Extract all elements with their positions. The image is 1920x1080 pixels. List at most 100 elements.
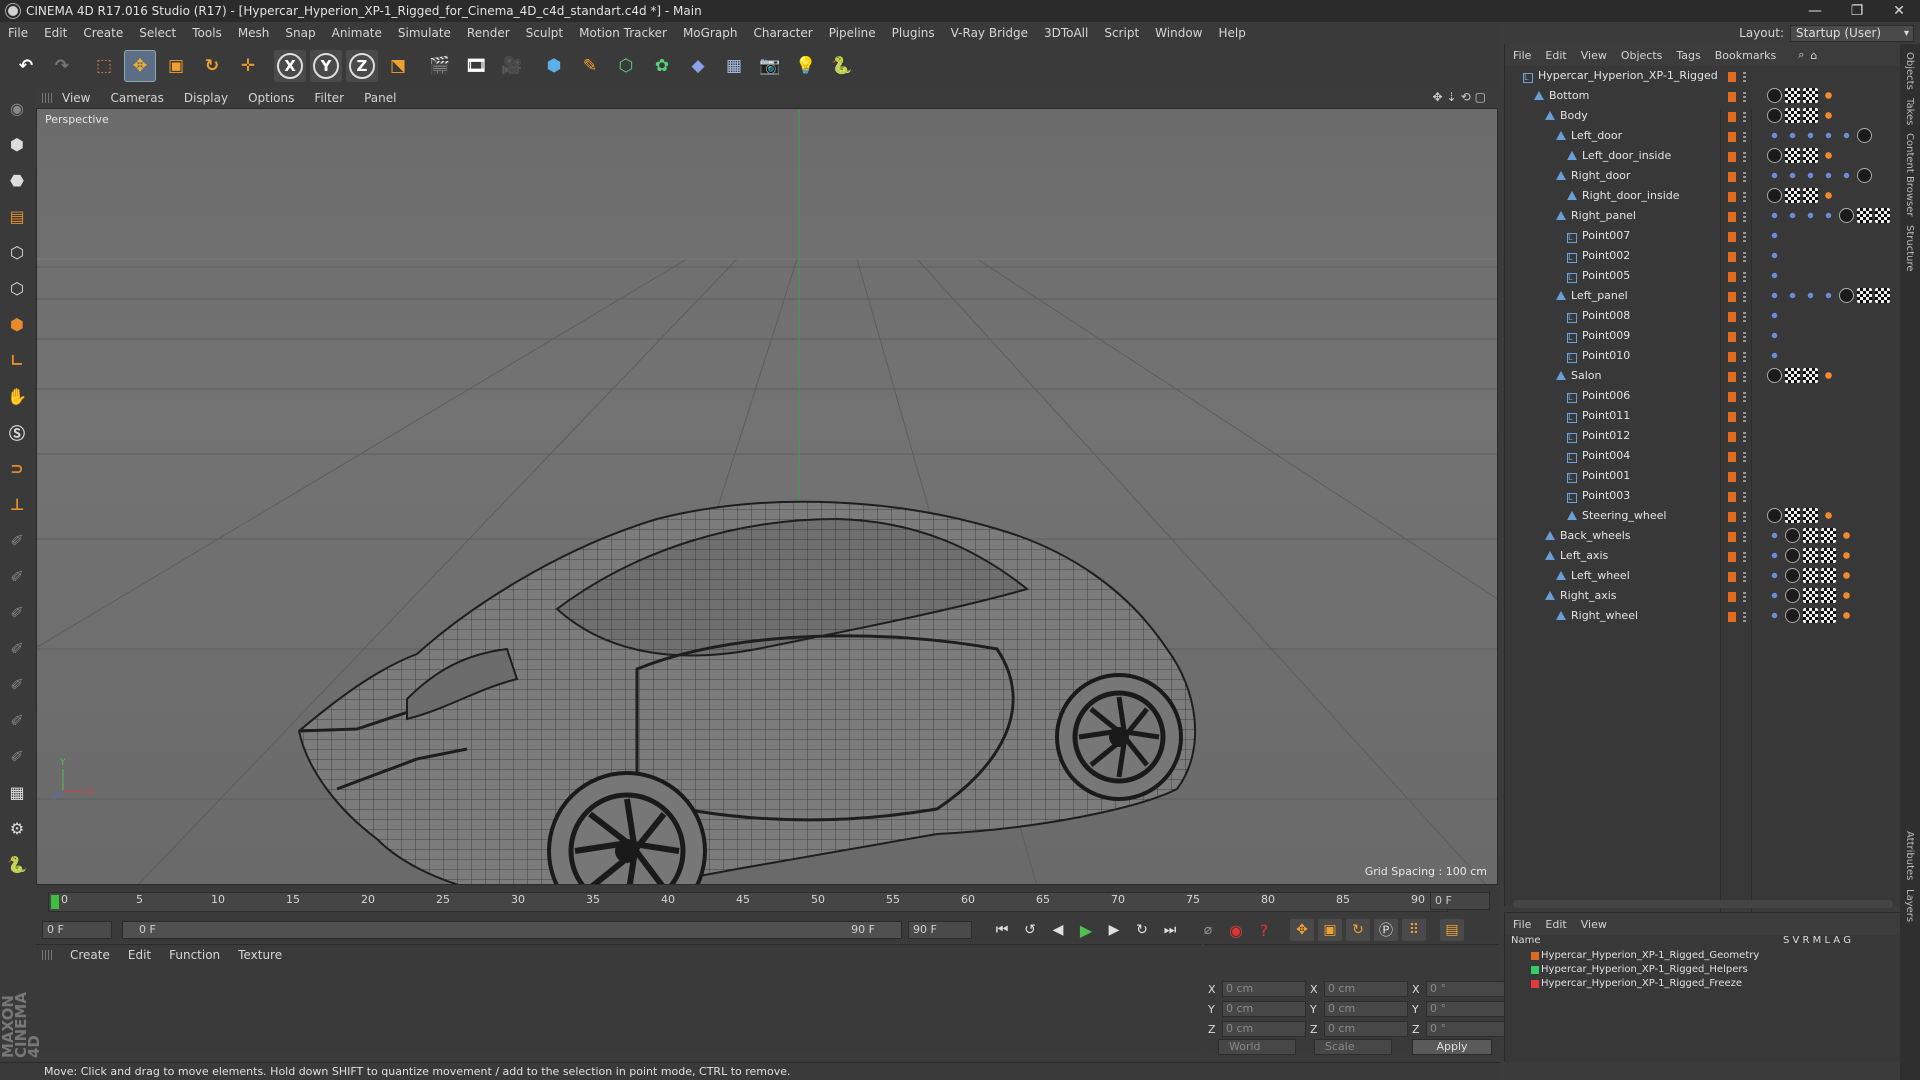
object-item[interactable]: Left_wheel [1556,566,1630,586]
object-row[interactable]: Left_door_inside [1505,146,1901,166]
next-frame-icon[interactable]: ▶ [1102,919,1126,941]
render-settings-icon[interactable]: 🎥 [496,50,528,82]
cube-primitive-icon[interactable]: ⬢ [538,50,570,82]
visibility-dots-icon[interactable] [1743,152,1746,162]
object-row[interactable]: Left_panel [1505,286,1901,306]
xpresso-tag-icon[interactable] [1785,128,1800,143]
visibility-dots-icon[interactable] [1743,92,1746,102]
layer-row[interactable]: Hypercar_Hyperion_XP-1_Rigged_Freeze [1505,977,1900,991]
weight-brush-icon[interactable]: ✐ [3,706,31,734]
object-item[interactable]: L Point005 [1567,266,1630,286]
object-menu-file[interactable]: File [1513,49,1531,62]
object-row[interactable]: L Point010 [1505,346,1901,366]
visibility-dots-icon[interactable] [1743,452,1746,462]
xpresso-tag-icon[interactable] [1785,288,1800,303]
points-mode-icon[interactable]: ⬡ [3,238,31,266]
move-tool-icon[interactable]: ✥ [124,50,156,82]
object-item[interactable]: L Hypercar_Hyperion_XP-1_Rigged [1523,66,1718,86]
tab-attributes[interactable]: Attributes [1904,831,1915,880]
position-key-icon[interactable]: ✥ [1290,919,1314,941]
visibility-dots-icon[interactable] [1743,132,1746,142]
viewport-menu-view[interactable]: View [62,91,90,105]
material-tag-icon[interactable] [1803,148,1818,163]
menu-mograph[interactable]: MoGraph [675,22,746,44]
object-item[interactable]: L Point004 [1567,446,1630,466]
hypercar-wireframe-model[interactable] [297,500,1197,885]
layer-color-indicator[interactable] [1728,412,1736,422]
layer-color-indicator[interactable] [1728,332,1736,342]
object-item[interactable]: Left_door [1556,126,1622,146]
xpresso-tag-icon[interactable] [1821,288,1836,303]
visibility-dots-icon[interactable] [1743,572,1746,582]
texture-mode-icon[interactable]: ⬣ [3,166,31,194]
texture-tag-icon[interactable] [1785,608,1800,623]
model-mode-icon[interactable]: ⬢ [3,130,31,158]
layer-color-indicator[interactable] [1728,272,1736,282]
layer-color-indicator[interactable] [1728,212,1736,222]
object-row[interactable]: Right_door_inside [1505,186,1901,206]
workplane-icon[interactable]: ▤ [3,202,31,230]
lock-workplane-icon[interactable]: ⚙ [3,814,31,842]
axis-mode-icon[interactable]: ∟ [3,346,31,374]
material-tag-icon[interactable] [1821,548,1836,563]
object-row[interactable]: Left_wheel [1505,566,1901,586]
material-tag-icon[interactable] [1785,88,1800,103]
menu-script[interactable]: Script [1096,22,1147,44]
layer-color-indicator[interactable] [1728,92,1736,102]
camera-icon[interactable]: 📷 [754,50,786,82]
material-tag-icon[interactable] [1821,608,1836,623]
material-menu-create[interactable]: Create [70,948,110,962]
edges-mode-icon[interactable]: ⬡ [3,274,31,302]
object-row[interactable]: L Point002 [1505,246,1901,266]
previous-key-icon[interactable]: ↺ [1018,919,1042,941]
ik-tag-icon[interactable] [1839,548,1854,563]
render-picture-viewer-icon[interactable]: 🎞 [460,50,492,82]
tweak-mode-icon[interactable]: ✋ [3,382,31,410]
material-tag-icon[interactable] [1785,188,1800,203]
object-row[interactable]: Right_wheel [1505,606,1901,626]
point-level-animation-icon[interactable]: ⠿ [1402,919,1426,941]
python-icon[interactable]: 🐍 [826,50,858,82]
frame-range-slider[interactable]: 0 F 90 F [122,921,902,939]
timeline-window-icon[interactable]: ▤ [1440,919,1464,941]
visibility-dots-icon[interactable] [1743,412,1746,422]
viewport-menu-options[interactable]: Options [248,91,294,105]
bind-brush-icon[interactable]: ✐ [3,742,31,770]
object-item[interactable]: L Point011 [1567,406,1630,426]
material-tag-icon[interactable] [1875,288,1890,303]
material-tag-icon[interactable] [1857,208,1872,223]
material-menu-function[interactable]: Function [169,948,220,962]
current-frame-field[interactable]: 0 F [1430,892,1490,910]
tab-structure[interactable]: Structure [1904,225,1915,272]
object-row[interactable]: L Point001 [1505,466,1901,486]
rotation-key-icon[interactable]: ↻ [1346,919,1370,941]
live-selection-icon[interactable]: ⬚ [88,50,120,82]
menu-select[interactable]: Select [131,22,184,44]
object-row[interactable]: Bottom [1505,86,1901,106]
material-tag-icon[interactable] [1803,88,1818,103]
visibility-dots-icon[interactable] [1743,192,1746,202]
magnet-icon[interactable]: ⊃ [3,454,31,482]
layer-menu-edit[interactable]: Edit [1545,918,1566,931]
visibility-dots-icon[interactable] [1743,212,1746,222]
xpresso-tag-icon[interactable] [1767,288,1782,303]
rotation-p-field[interactable]: 0 ° [1426,1001,1510,1017]
timeline-bar[interactable]: 0 5 10 15 20 25 30 35 40 45 50 55 60 65 … [48,892,1448,912]
layer-color-indicator[interactable] [1728,232,1736,242]
start-frame-field[interactable]: 0 F [42,921,112,939]
layer-color-indicator[interactable] [1728,452,1736,462]
size-z-field[interactable]: 0 cm [1324,1021,1408,1037]
z-axis-lock-icon[interactable]: Z [346,50,378,82]
tab-content-browser[interactable]: Content Browser [1904,133,1915,216]
next-key-icon[interactable]: ↻ [1130,919,1154,941]
viewport-navigation-icons[interactable]: ✥⇣⟲▢ [1432,90,1490,104]
object-row[interactable]: Right_axis [1505,586,1901,606]
material-tag-icon[interactable] [1875,208,1890,223]
menu-help[interactable]: Help [1210,22,1253,44]
material-tag-icon[interactable] [1803,528,1818,543]
xpresso-tag-icon[interactable] [1803,128,1818,143]
texture-tag-icon[interactable] [1767,88,1782,103]
object-item[interactable]: L Point001 [1567,466,1630,486]
menu-mesh[interactable]: Mesh [230,22,278,44]
tab-objects[interactable]: Objects [1904,52,1915,90]
